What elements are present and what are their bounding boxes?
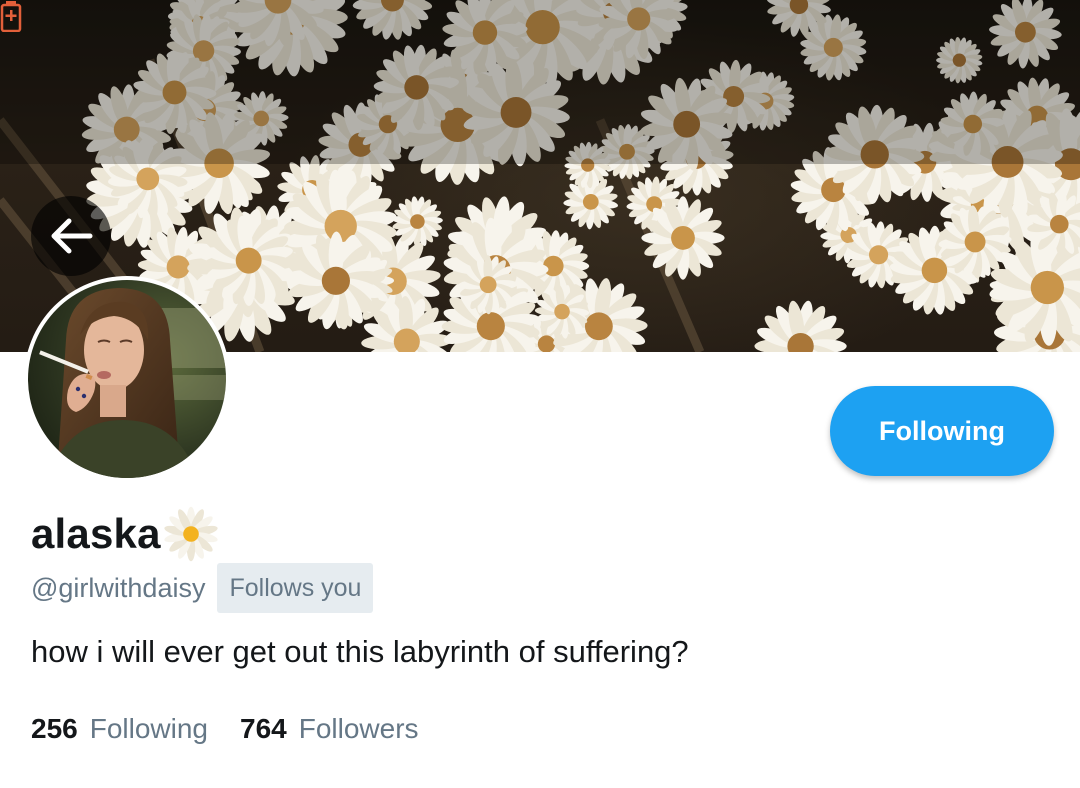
arrow-left-icon (51, 218, 93, 254)
follow-stats: 256 Following 764 Followers (31, 713, 419, 745)
daisy-flower (641, 196, 725, 280)
username-handle: @girlwithdaisy (31, 572, 206, 603)
following-button[interactable]: Following (830, 386, 1054, 476)
following-label: Following (89, 713, 208, 744)
name-row: alaska (31, 506, 219, 562)
display-name: alaska (31, 510, 161, 557)
daisy-flower (164, 506, 218, 562)
followers-count: 764 (240, 713, 287, 744)
following-count: 256 (31, 713, 78, 744)
avatar[interactable] (24, 276, 230, 482)
followers-stat[interactable]: 764 Followers (240, 713, 419, 745)
battery-saver-icon (0, 1, 22, 32)
follows-you-badge: Follows you (217, 563, 374, 613)
followers-label: Followers (298, 713, 419, 744)
profile-bio: how i will ever get out this labyrinth o… (31, 634, 689, 669)
daisy-flower (754, 300, 847, 352)
back-button[interactable] (31, 196, 111, 276)
handle-row: @girlwithdaisy Follows you (31, 562, 374, 614)
status-bar-overlay (0, 0, 1080, 164)
following-stat[interactable]: 256 Following (31, 713, 208, 745)
avatar-photo (28, 280, 226, 478)
profile-page: Following alaska @girlwithdaisy Follows … (0, 0, 1080, 788)
daisy-emoji (164, 506, 218, 562)
